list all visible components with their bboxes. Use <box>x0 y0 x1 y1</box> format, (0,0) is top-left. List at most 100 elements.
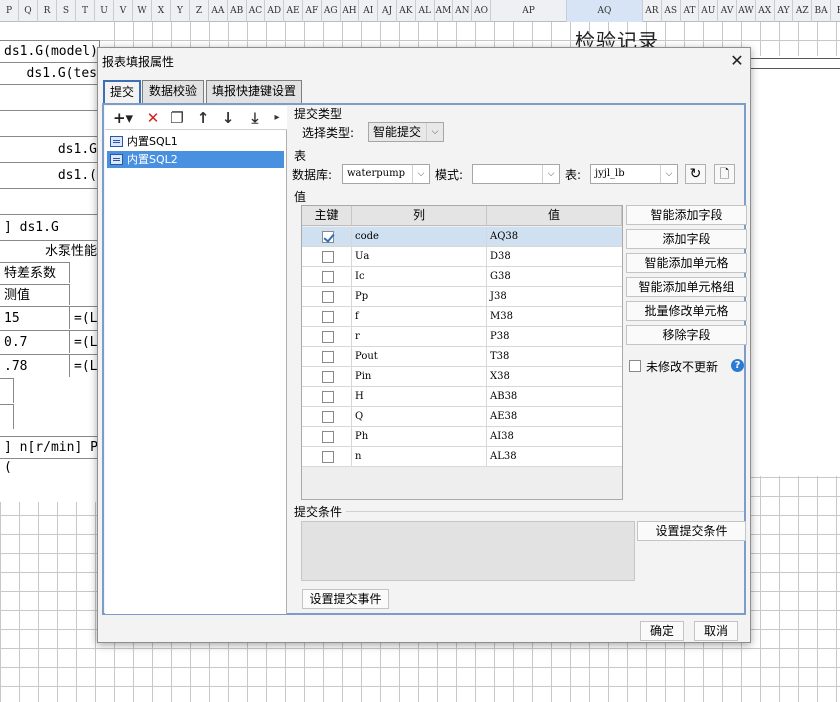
value-cell[interactable]: G38 <box>487 267 622 287</box>
column-name-cell[interactable]: Pin <box>352 367 487 387</box>
column-header-an[interactable]: AN <box>453 0 473 22</box>
table-row[interactable]: Pout T38 <box>302 347 622 367</box>
column-header-ad[interactable]: AD <box>265 0 285 22</box>
sheet-cell[interactable]: ( <box>0 458 100 475</box>
batch-modify-cell-button[interactable]: 批量修改单元格 <box>626 301 747 321</box>
column-name-cell[interactable]: n <box>352 447 487 467</box>
column-header-ac[interactable]: AC <box>247 0 266 22</box>
column-header-ah[interactable]: AH <box>341 0 360 22</box>
sheet-cell[interactable]: .78 <box>0 354 70 377</box>
column-header-aq[interactable]: AQ <box>567 0 643 22</box>
column-header-av[interactable]: AV <box>718 0 737 22</box>
column-header-af[interactable]: AF <box>303 0 322 22</box>
key-checkbox[interactable] <box>322 331 334 343</box>
column-header-r[interactable]: R <box>38 0 57 22</box>
sheet-cell[interactable]: 0.7 <box>0 330 70 353</box>
column-header-u[interactable]: U <box>95 0 114 22</box>
column-name-cell[interactable]: H <box>352 387 487 407</box>
key-checkbox[interactable] <box>322 451 334 463</box>
table-row[interactable]: Pp J38 <box>302 287 622 307</box>
key-checkbox[interactable] <box>322 311 334 323</box>
column-header-ar[interactable]: AR <box>643 0 662 22</box>
column-header-z[interactable]: Z <box>190 0 209 22</box>
column-header-aj[interactable]: AJ <box>378 0 397 22</box>
sheet-cell[interactable] <box>0 378 14 403</box>
key-checkbox[interactable] <box>322 391 334 403</box>
value-cell[interactable]: AL38 <box>487 447 622 467</box>
column-header-at[interactable]: AT <box>681 0 700 22</box>
sheet-cell[interactable]: 测值 <box>0 284 70 305</box>
sheet-formula-cell[interactable]: =(L <box>70 306 100 329</box>
close-icon[interactable]: ✕ <box>728 52 746 70</box>
sheet-cell[interactable]: ] n[r/min] P <box>0 436 100 457</box>
column-header-am[interactable]: AM <box>435 0 454 22</box>
key-checkbox[interactable] <box>322 291 334 303</box>
value-cell[interactable]: AE38 <box>487 407 622 427</box>
value-cell[interactable]: AI38 <box>487 427 622 447</box>
value-cell[interactable]: D38 <box>487 247 622 267</box>
table-select[interactable]: jyjl_lb ⌵ <box>590 164 678 184</box>
key-checkbox[interactable] <box>322 411 334 423</box>
column-name-cell[interactable]: Q <box>352 407 487 427</box>
table-header-value[interactable]: 值 <box>487 206 622 226</box>
sheet-cell[interactable]: 水泵性能 <box>0 240 100 261</box>
more-icon[interactable]: ▸ <box>271 108 283 128</box>
column-header-v[interactable]: V <box>114 0 133 22</box>
sheet-cell[interactable]: 15 <box>0 306 70 329</box>
datasource-item[interactable]: 内置SQL1 <box>107 133 284 150</box>
cancel-button[interactable]: 取消 <box>694 621 738 641</box>
sheet-formula-cell[interactable]: =(L <box>70 354 100 377</box>
add-field-button[interactable]: 添加字段 <box>626 229 747 249</box>
column-header-ba[interactable]: BA <box>812 0 831 22</box>
column-header-s[interactable]: S <box>57 0 76 22</box>
column-name-cell[interactable]: Ua <box>352 247 487 267</box>
sheet-cell[interactable] <box>0 404 14 429</box>
no-update-checkbox[interactable] <box>629 360 641 372</box>
column-header-ap[interactable]: AP <box>491 0 567 22</box>
column-name-cell[interactable]: r <box>352 327 487 347</box>
column-header-x[interactable]: X <box>152 0 171 22</box>
smart-add-cell-button[interactable]: 智能添加单元格 <box>626 253 747 273</box>
key-checkbox[interactable] <box>322 271 334 283</box>
sheet-cell[interactable]: ] ds1.G <box>0 214 100 239</box>
column-header-au[interactable]: AU <box>699 0 719 22</box>
column-header-aw[interactable]: AW <box>737 0 756 22</box>
column-header-bar[interactable]: P Q R S T U V W X Y Z AA AB AC AD AE AF AG AH AI AJ AK AL AM AN A… <box>0 0 840 22</box>
column-header-t[interactable]: T <box>76 0 95 22</box>
column-header-ai[interactable]: AI <box>359 0 379 22</box>
value-cell[interactable]: P38 <box>487 327 622 347</box>
delete-icon[interactable]: ✕ <box>143 108 163 128</box>
column-header-az[interactable]: AZ <box>793 0 813 22</box>
tab-shortcut-settings[interactable]: 填报快捷键设置 <box>206 80 302 103</box>
table-row[interactable]: Ua D38 <box>302 247 622 267</box>
column-header-ay[interactable]: AY <box>775 0 794 22</box>
table-row[interactable]: f M38 <box>302 307 622 327</box>
column-name-cell[interactable]: code <box>352 227 487 247</box>
column-header-y[interactable]: Y <box>171 0 190 22</box>
sheet-cell[interactable] <box>0 84 100 109</box>
set-condition-button[interactable]: 设置提交条件 <box>637 521 746 541</box>
table-row[interactable]: H AB38 <box>302 387 622 407</box>
value-cell[interactable]: AB38 <box>487 387 622 407</box>
help-icon[interactable]: ? <box>731 359 744 372</box>
sheet-cell[interactable] <box>0 110 100 135</box>
column-name-cell[interactable]: f <box>352 307 487 327</box>
copy-icon[interactable]: ❐ <box>167 108 187 128</box>
column-header-ax[interactable]: AX <box>756 0 775 22</box>
remove-field-button[interactable]: 移除字段 <box>626 325 747 345</box>
value-cell[interactable]: X38 <box>487 367 622 387</box>
column-header-aa[interactable]: AA <box>209 0 228 22</box>
database-select[interactable]: waterpump ⌵ <box>342 164 430 184</box>
field-mapping-table[interactable]: 主键 列 值 code AQ38 Ua D38 Ic G38 Pp J38 f M38 r P38 Po… <box>301 205 623 500</box>
key-checkbox-checked[interactable] <box>322 231 334 243</box>
set-event-button[interactable]: 设置提交事件 <box>302 589 389 609</box>
submit-type-select[interactable]: 智能提交 ⌵ <box>368 122 444 142</box>
key-checkbox[interactable] <box>322 351 334 363</box>
tab-submit[interactable]: 提交 <box>103 80 141 104</box>
table-row[interactable]: Ic G38 <box>302 267 622 287</box>
value-cell[interactable]: J38 <box>487 287 622 307</box>
table-header-key[interactable]: 主键 <box>302 206 352 226</box>
add-icon[interactable]: +▾ <box>109 108 137 128</box>
sheet-cell[interactable]: ds1.( <box>0 162 100 187</box>
column-name-cell[interactable]: Ic <box>352 267 487 287</box>
